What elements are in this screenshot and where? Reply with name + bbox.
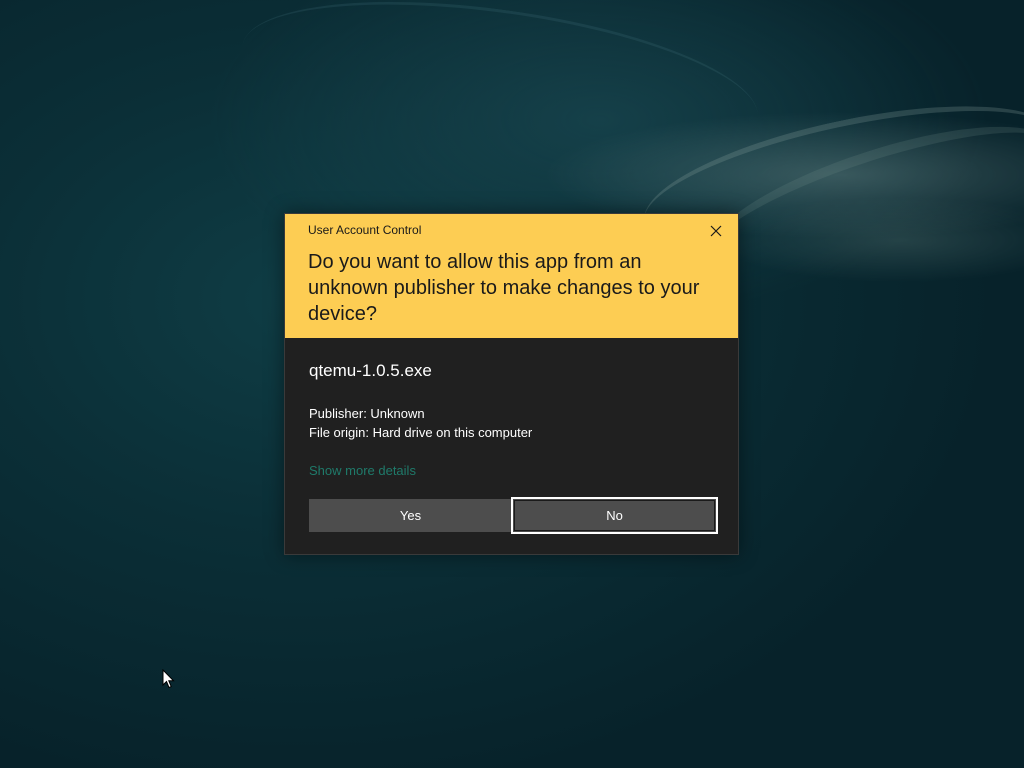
no-button[interactable]: No [511,497,718,534]
close-button[interactable] [702,219,730,243]
app-info: Publisher: Unknown File origin: Hard dri… [309,404,532,442]
yes-button-label: Yes [399,508,422,523]
yes-button[interactable]: Yes [309,499,512,532]
dialog-title: User Account Control [308,223,422,237]
uac-header: User Account Control Do you want to allo… [285,214,738,338]
app-name: qtemu-1.0.5.exe [309,361,432,380]
uac-question: Do you want to allow this app from an un… [308,251,700,325]
mouse-cursor-icon [162,669,175,689]
publisher-text: Publisher: Unknown [309,406,425,421]
desktop-background: User Account Control Do you want to allo… [0,0,1024,768]
file-origin-text: File origin: Hard drive on this computer [309,425,533,440]
show-more-details-link[interactable]: Show more details [309,463,416,478]
wallpaper-wave [693,96,1024,304]
close-icon [710,225,722,237]
uac-dialog: User Account Control Do you want to allo… [284,213,739,555]
no-button-label: No [606,508,623,523]
wallpaper-wave [232,0,768,189]
